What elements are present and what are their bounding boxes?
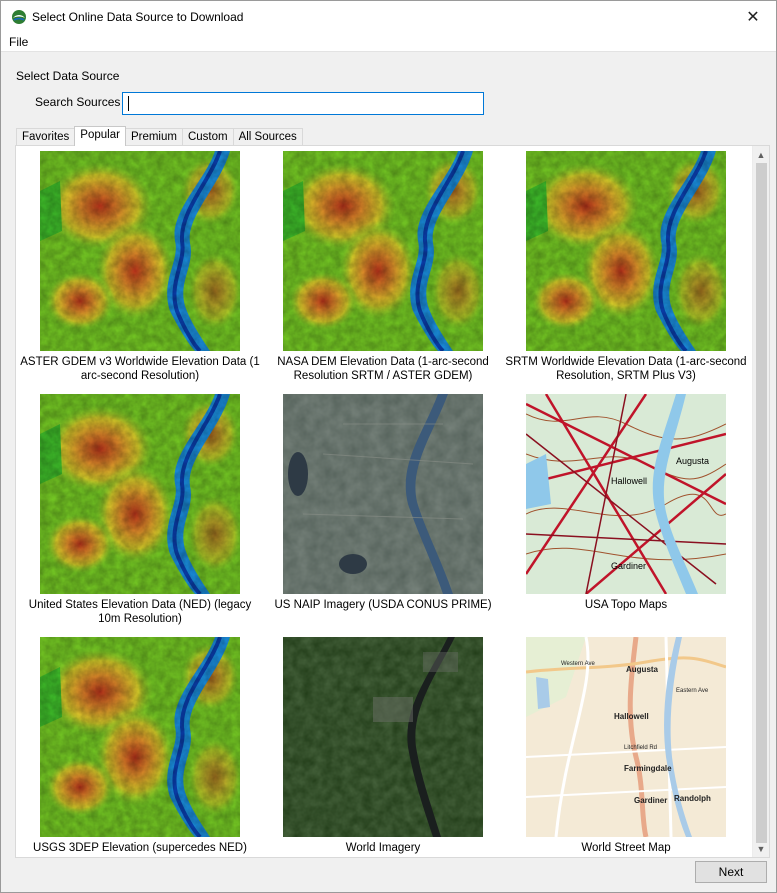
source-caption: United States Elevation Data (NED) (lega… (28, 599, 252, 625)
street-map-label: Litchfield Rd (624, 745, 657, 751)
street-map-label: Randolph (674, 794, 711, 803)
source-caption: World Street Map (581, 842, 671, 854)
source-caption: USA Topo Maps (584, 599, 668, 611)
tab-custom[interactable]: Custom (181, 128, 234, 146)
source-caption: NASA DEM Elevation Data (1-arc-second Re… (277, 356, 489, 382)
source-thumbnail[interactable] (283, 151, 483, 351)
street-map-label: Gardiner (634, 796, 667, 805)
vertical-scrollbar[interactable]: ▲ ▼ (752, 146, 769, 857)
tab-popular[interactable]: Popular (74, 126, 126, 146)
source-tile[interactable]: US NAIP Imagery (USDA CONUS PRIME) (262, 389, 504, 629)
window-title: Select Online Data Source to Download (32, 10, 244, 24)
tab-favorites[interactable]: Favorites (16, 128, 76, 146)
street-map-label: Farmingdale (624, 764, 672, 773)
close-icon: ✕ (746, 8, 760, 26)
title-bar: Select Online Data Source to Download ✕ (1, 1, 776, 32)
source-tile[interactable]: NASA DEM Elevation Data (1-arc-second Re… (262, 146, 504, 386)
search-input[interactable] (122, 92, 484, 115)
street-map-label: Western Ave (561, 661, 595, 667)
source-tabs: Favorites Popular Premium Custom All Sources (16, 126, 303, 146)
source-thumbnail[interactable] (283, 394, 483, 594)
source-caption: USGS 3DEP Elevation (supercedes NED) (33, 842, 247, 854)
source-panel: ASTER GDEM v3 Worldwide Elevation Data (… (15, 145, 770, 858)
source-tile[interactable]: Hallowell Augusta Gardiner USA Topo Maps (505, 389, 747, 629)
select-source-label: Select Data Source (16, 69, 120, 83)
source-tile[interactable]: United States Elevation Data (NED) (lega… (19, 389, 261, 629)
street-map-label: Augusta (626, 665, 659, 674)
source-thumbnail[interactable] (40, 151, 240, 351)
source-thumbnail[interactable] (40, 394, 240, 594)
menu-file[interactable]: File (9, 35, 28, 49)
street-map-label: Eastern Ave (676, 688, 709, 694)
topo-label-gardiner: Gardiner (611, 561, 646, 571)
tab-premium[interactable]: Premium (124, 128, 183, 146)
source-tile[interactable]: USGS 3DEP Elevation (supercedes NED) (19, 632, 261, 857)
source-thumbnail[interactable] (283, 637, 483, 837)
source-caption: SRTM Worldwide Elevation Data (1-arc-sec… (505, 356, 747, 382)
source-thumbnail[interactable]: Augusta Hallowell Farmingdale Gardiner R… (526, 637, 726, 837)
search-sources-label: Search Sources (35, 95, 121, 109)
source-grid: ASTER GDEM v3 Worldwide Elevation Data (… (16, 146, 752, 857)
source-thumbnail[interactable]: Hallowell Augusta Gardiner (526, 394, 726, 594)
source-thumbnail[interactable] (526, 151, 726, 351)
source-tile[interactable]: World Imagery (262, 632, 504, 857)
text-caret (128, 96, 129, 111)
source-thumbnail[interactable] (40, 637, 240, 837)
source-tile[interactable]: SRTM Worldwide Elevation Data (1-arc-sec… (505, 146, 747, 386)
scrollbar-thumb[interactable] (756, 163, 767, 843)
source-caption: ASTER GDEM v3 Worldwide Elevation Data (… (20, 356, 260, 382)
next-button[interactable]: Next (695, 861, 767, 883)
scroll-up-icon[interactable]: ▲ (753, 146, 769, 163)
dialog-body: Select Data Source Search Sources Favori… (1, 52, 776, 892)
street-map-label: Hallowell (614, 712, 649, 721)
scroll-down-icon[interactable]: ▼ (753, 840, 769, 857)
download-dialog: Select Online Data Source to Download ✕ … (0, 0, 777, 893)
close-button[interactable]: ✕ (730, 1, 776, 32)
tab-all-sources[interactable]: All Sources (232, 128, 303, 146)
source-caption: World Imagery (345, 842, 421, 854)
globe-icon (11, 9, 27, 25)
menu-bar: File (1, 32, 776, 52)
topo-label-augusta: Augusta (676, 456, 709, 466)
source-caption: US NAIP Imagery (USDA CONUS PRIME) (274, 599, 492, 611)
source-tile[interactable]: Augusta Hallowell Farmingdale Gardiner R… (505, 632, 747, 857)
topo-label-hallowell: Hallowell (611, 476, 647, 486)
source-tile[interactable]: ASTER GDEM v3 Worldwide Elevation Data (… (19, 146, 261, 386)
